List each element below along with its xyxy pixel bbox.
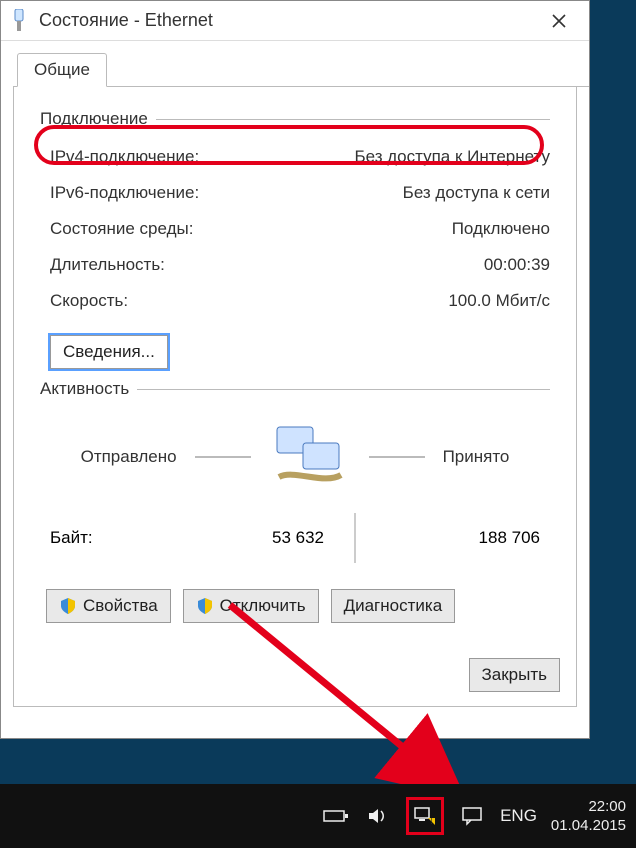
divider [156, 119, 550, 120]
titlebar: Состояние - Ethernet [1, 1, 589, 41]
bytes-label: Байт: [50, 528, 170, 548]
tabstrip: Общие [13, 51, 589, 87]
group-activity-label: Активность [40, 379, 129, 399]
divider [137, 389, 550, 390]
window-close-button[interactable] [537, 6, 581, 36]
activity-row: Отправлено Принято [40, 409, 550, 505]
action-center-icon[interactable] [458, 802, 486, 830]
taskbar: ! ENG 22:00 01.04.2015 [0, 784, 636, 848]
ipv4-label: IPv4-подключение: [50, 147, 199, 167]
speed-label: Скорость: [50, 291, 128, 311]
properties-button[interactable]: Свойства [46, 589, 171, 623]
clock-time: 22:00 [551, 797, 626, 817]
diagnose-button[interactable]: Диагностика [331, 589, 456, 623]
window-title: Состояние - Ethernet [39, 10, 537, 31]
row-speed: Скорость: 100.0 Мбит/с [50, 283, 550, 319]
row-ipv4: IPv4-подключение: Без доступа к Интернет… [50, 139, 550, 175]
sent-label: Отправлено [81, 447, 177, 467]
details-button[interactable]: Сведения... [50, 335, 168, 369]
shield-icon [59, 597, 77, 615]
row-media: Состояние среды: Подключено [50, 211, 550, 247]
media-label: Состояние среды: [50, 219, 193, 239]
close-button[interactable]: Закрыть [469, 658, 560, 692]
divider [354, 513, 356, 563]
group-connection: Подключение IPv4-подключение: Без доступ… [40, 109, 550, 369]
recv-label: Принято [443, 447, 510, 467]
ipv6-value: Без доступа к сети [403, 183, 550, 203]
ethernet-status-window: Состояние - Ethernet Общие Подключение I… [0, 0, 590, 739]
panel: Подключение IPv4-подключение: Без доступ… [13, 87, 577, 707]
group-activity: Активность Отправлено Принято Байт: [40, 379, 550, 623]
sent-bytes: 53 632 [170, 528, 324, 548]
ethernet-adapter-icon [9, 9, 29, 33]
lang-indicator[interactable]: ENG [500, 806, 537, 826]
properties-label: Свойства [83, 596, 158, 616]
speed-value: 100.0 Мбит/с [448, 291, 550, 311]
recv-bytes: 188 706 [386, 528, 540, 548]
network-activity-icon [269, 421, 351, 493]
volume-icon[interactable] [364, 802, 392, 830]
media-value: Подключено [452, 219, 550, 239]
ipv4-value: Без доступа к Интернету [354, 147, 550, 167]
row-ipv6: IPv6-подключение: Без доступа к сети [50, 175, 550, 211]
disable-button[interactable]: Отключить [183, 589, 319, 623]
battery-icon[interactable] [322, 802, 350, 830]
duration-value: 00:00:39 [484, 255, 550, 275]
shield-icon [196, 597, 214, 615]
network-tray-icon-highlighted[interactable]: ! [406, 797, 444, 835]
tab-general[interactable]: Общие [17, 53, 107, 87]
clock[interactable]: 22:00 01.04.2015 [551, 797, 626, 836]
clock-date: 01.04.2015 [551, 816, 626, 836]
ipv6-label: IPv6-подключение: [50, 183, 199, 203]
duration-label: Длительность: [50, 255, 165, 275]
disable-label: Отключить [220, 596, 306, 616]
divider [195, 456, 251, 458]
divider [369, 456, 425, 458]
bytes-row: Байт: 53 632 188 706 [50, 513, 540, 563]
row-duration: Длительность: 00:00:39 [50, 247, 550, 283]
group-connection-label: Подключение [40, 109, 148, 129]
svg-text:!: ! [431, 817, 433, 826]
